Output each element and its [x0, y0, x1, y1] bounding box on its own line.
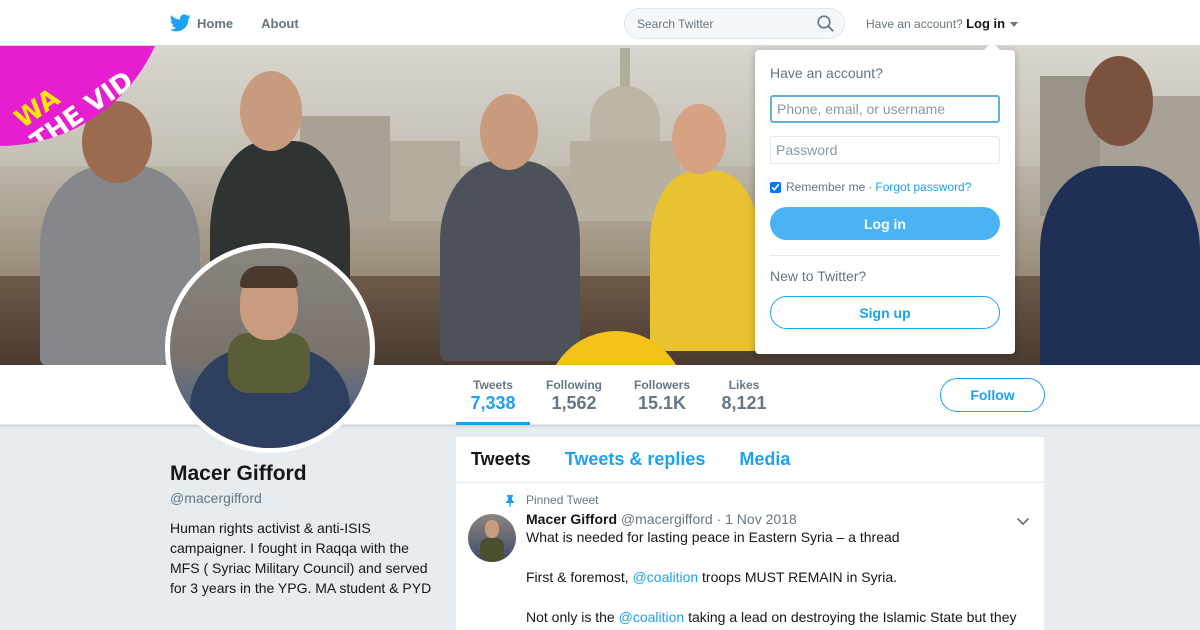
pinned-label: Pinned Tweet — [504, 493, 599, 507]
tweet-header: Macer Gifford @macergifford · 1 Nov 2018 — [526, 511, 1029, 527]
chevron-down-icon — [1010, 22, 1019, 28]
banner-head — [480, 94, 538, 170]
profile-avatar[interactable] — [165, 243, 375, 453]
signup-button[interactable]: Sign up — [770, 296, 1000, 329]
tab-tweets[interactable]: Tweets — [471, 449, 531, 470]
tweet-avatar-scarf — [480, 538, 504, 562]
stat-value: 15.1K — [637, 393, 687, 413]
tab-media[interactable]: Media — [739, 449, 790, 470]
tweet-text: What is needed for lasting peace in East… — [526, 527, 1029, 627]
avatar-hair — [240, 266, 298, 288]
stat-label: Likes — [728, 378, 760, 392]
login-toggle[interactable]: Log in — [966, 16, 1005, 31]
stat-followers[interactable]: Followers 15.1K — [628, 365, 696, 425]
tab-tweets-replies[interactable]: Tweets & replies — [565, 449, 706, 470]
profile-name[interactable]: Macer Gifford — [170, 462, 440, 486]
banner-head — [672, 104, 726, 174]
login-heading: Have an account? — [770, 65, 883, 81]
chevron-down-icon[interactable] — [1016, 517, 1030, 526]
remember-me-label[interactable]: Remember me — [786, 180, 865, 194]
divider — [770, 255, 1000, 256]
stat-label: Following — [546, 378, 602, 392]
username-field[interactable] — [770, 95, 1000, 123]
login-menu[interactable]: Have an account? Log in — [866, 16, 1019, 31]
search-box — [624, 8, 845, 39]
remember-me-checkbox[interactable] — [770, 181, 781, 193]
tweet-avatar-face — [485, 520, 499, 538]
pin-icon — [506, 494, 514, 507]
tweet-text-segment: troops MUST REMAIN in Syria. — [698, 569, 898, 585]
tweet-separator: · — [716, 511, 722, 527]
nav-left: Home About — [170, 0, 327, 46]
stat-value: 1,562 — [551, 393, 597, 413]
remember-separator: · — [868, 180, 873, 194]
tweet-date[interactable]: 1 Nov 2018 — [725, 511, 797, 527]
pinned-text: Pinned Tweet — [526, 493, 599, 507]
avatar-scarf — [228, 333, 310, 393]
stat-following[interactable]: Following 1,562 — [540, 365, 608, 425]
banner-person — [1040, 166, 1200, 365]
banner-head — [240, 71, 302, 151]
nav-home-label: Home — [197, 15, 234, 31]
tweet-line: First & foremost, @coalition troops MUST… — [526, 567, 1029, 587]
nav-about-label: About — [261, 15, 299, 31]
tweet-handle[interactable]: @macergifford — [621, 511, 713, 527]
timeline-tabs: Tweets Tweets & replies Media — [456, 437, 1044, 483]
tweet-author[interactable]: Macer Gifford — [526, 511, 617, 527]
profile-info: Macer Gifford @macergifford Human rights… — [170, 462, 440, 598]
pinned-tweet[interactable]: Pinned Tweet Macer Gifford @macergifford… — [456, 483, 1044, 627]
banner-head — [1085, 56, 1153, 146]
tweet-line: What is needed for lasting peace in East… — [526, 529, 900, 545]
have-account-text: Have an account? — [866, 17, 963, 31]
search-icon[interactable] — [817, 15, 834, 32]
forgot-password-link[interactable]: Forgot password? — [875, 180, 971, 194]
tweet-line: Not only is the @coalition taking a lead… — [526, 607, 1029, 627]
login-button[interactable]: Log in — [770, 207, 1000, 240]
banner-person — [650, 171, 760, 351]
password-field[interactable] — [770, 136, 1000, 164]
nav-home[interactable]: Home — [170, 14, 233, 32]
tweet-text-segment: Not only is the — [526, 609, 619, 625]
stat-label: Followers — [633, 378, 690, 392]
profile-handle[interactable]: @macergifford — [170, 490, 440, 506]
remember-row: Remember me · Forgot password? — [770, 180, 1000, 194]
tweet-text-segment: First & foremost, — [526, 569, 633, 585]
nav-about[interactable]: About — [261, 16, 299, 31]
profile-bio: Human rights activist & anti-ISIS campai… — [170, 520, 432, 596]
mention-link[interactable]: @coalition — [633, 569, 699, 585]
timeline: Tweets Tweets & replies Media Pinned Twe… — [456, 437, 1044, 630]
stat-likes[interactable]: Likes 8,121 — [714, 365, 774, 425]
stat-label: Tweets — [473, 378, 513, 392]
banner-person — [440, 161, 580, 361]
follow-button[interactable]: Follow — [940, 378, 1045, 412]
search-input[interactable] — [625, 9, 805, 38]
stat-tweets[interactable]: Tweets 7,338 — [456, 365, 530, 425]
tweet-avatar[interactable] — [468, 514, 516, 562]
banner-spire — [620, 48, 630, 88]
new-to-twitter-text: New to Twitter? — [770, 268, 867, 284]
mention-link[interactable]: @coalition — [619, 609, 685, 625]
stat-value: 8,121 — [721, 393, 767, 413]
tweet-text-segment: taking a lead on destroying the Islamic … — [684, 609, 1017, 625]
stat-value: 7,338 — [470, 393, 516, 413]
top-navigation: Home About Have an account? Log in — [0, 0, 1200, 46]
login-dropdown: Have an account? Remember me · Forgot pa… — [755, 42, 1015, 354]
twitter-bird-icon — [170, 14, 191, 32]
